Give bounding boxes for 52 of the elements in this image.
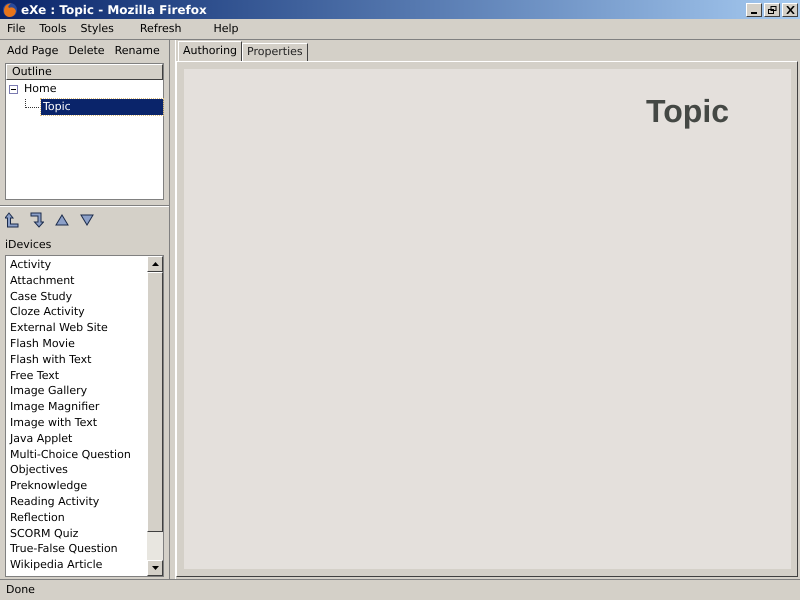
idevices-label: iDevices [4, 237, 52, 253]
outline-header: Outline [6, 64, 163, 80]
move-down-icon[interactable] [80, 214, 94, 226]
idevice-item[interactable]: External Web Site [6, 320, 147, 336]
demote-arrow-icon[interactable] [30, 212, 44, 228]
idevice-item[interactable]: Java Applet [6, 430, 147, 447]
idevice-item[interactable]: Preknowledge [6, 478, 147, 494]
idevice-item[interactable]: True-False Question [6, 541, 147, 558]
minimize-icon [751, 12, 757, 14]
collapse-icon[interactable] [9, 84, 18, 94]
idevice-item[interactable]: Image Gallery [6, 383, 147, 400]
idevice-item[interactable]: Multi-Choice Question [6, 446, 147, 462]
tab[interactable]: Properties [242, 43, 308, 61]
idevice-item[interactable]: Reflection [6, 510, 147, 526]
idevice-item[interactable]: Attachment [6, 272, 147, 289]
scrollbar[interactable] [147, 256, 163, 576]
status-text: Done [5, 582, 36, 598]
idevice-item[interactable]: SCORM Quiz [6, 526, 147, 542]
window-title: eXe : Topic - Mozilla Firefox [21, 2, 207, 18]
menu-item[interactable]: Refresh [132, 20, 188, 38]
move-up-icon[interactable] [55, 214, 69, 226]
idevice-item[interactable]: Image with Text [6, 414, 147, 431]
toolbar-button[interactable]: Add Page [2, 43, 64, 60]
toolbar-button[interactable]: Delete [63, 43, 110, 60]
idevice-item[interactable]: Cloze Activity [6, 304, 147, 320]
idevice-item[interactable]: Reading Activity [6, 494, 147, 510]
menu-item[interactable]: Styles [74, 20, 121, 38]
idevice-item[interactable]: Flash with Text [6, 352, 147, 368]
tree-item[interactable]: Topic [41, 99, 163, 115]
page-heading: Topic [646, 92, 729, 131]
minimize-button[interactable] [746, 2, 762, 16]
menu-item[interactable]: File [0, 20, 32, 38]
idevice-item[interactable]: Objectives [6, 462, 147, 478]
scroll-down-icon[interactable] [152, 566, 158, 570]
menu-item[interactable]: Tools [32, 20, 74, 38]
idevice-item[interactable]: Case Study [6, 288, 147, 304]
close-button[interactable] [782, 2, 798, 16]
firefox-logo-icon [2, 2, 18, 18]
toolbar-button[interactable]: Rename [110, 43, 165, 60]
restore-button[interactable] [764, 2, 780, 16]
tab[interactable]: Authoring [178, 41, 242, 61]
restore-icon [768, 6, 776, 14]
idevice-item[interactable]: Image Magnifier [6, 399, 147, 415]
idevice-item[interactable]: Activity [6, 257, 147, 273]
idevice-item[interactable]: Flash Movie [6, 336, 147, 352]
idevice-item[interactable]: Wikipedia Article [6, 557, 147, 573]
idevice-item[interactable]: Free Text [6, 368, 147, 384]
menu-item[interactable]: Help [206, 20, 246, 38]
tree-item[interactable]: Home [22, 81, 163, 97]
close-icon [786, 6, 794, 14]
promote-arrow-icon[interactable] [5, 212, 19, 228]
scroll-up-icon[interactable] [152, 262, 158, 266]
